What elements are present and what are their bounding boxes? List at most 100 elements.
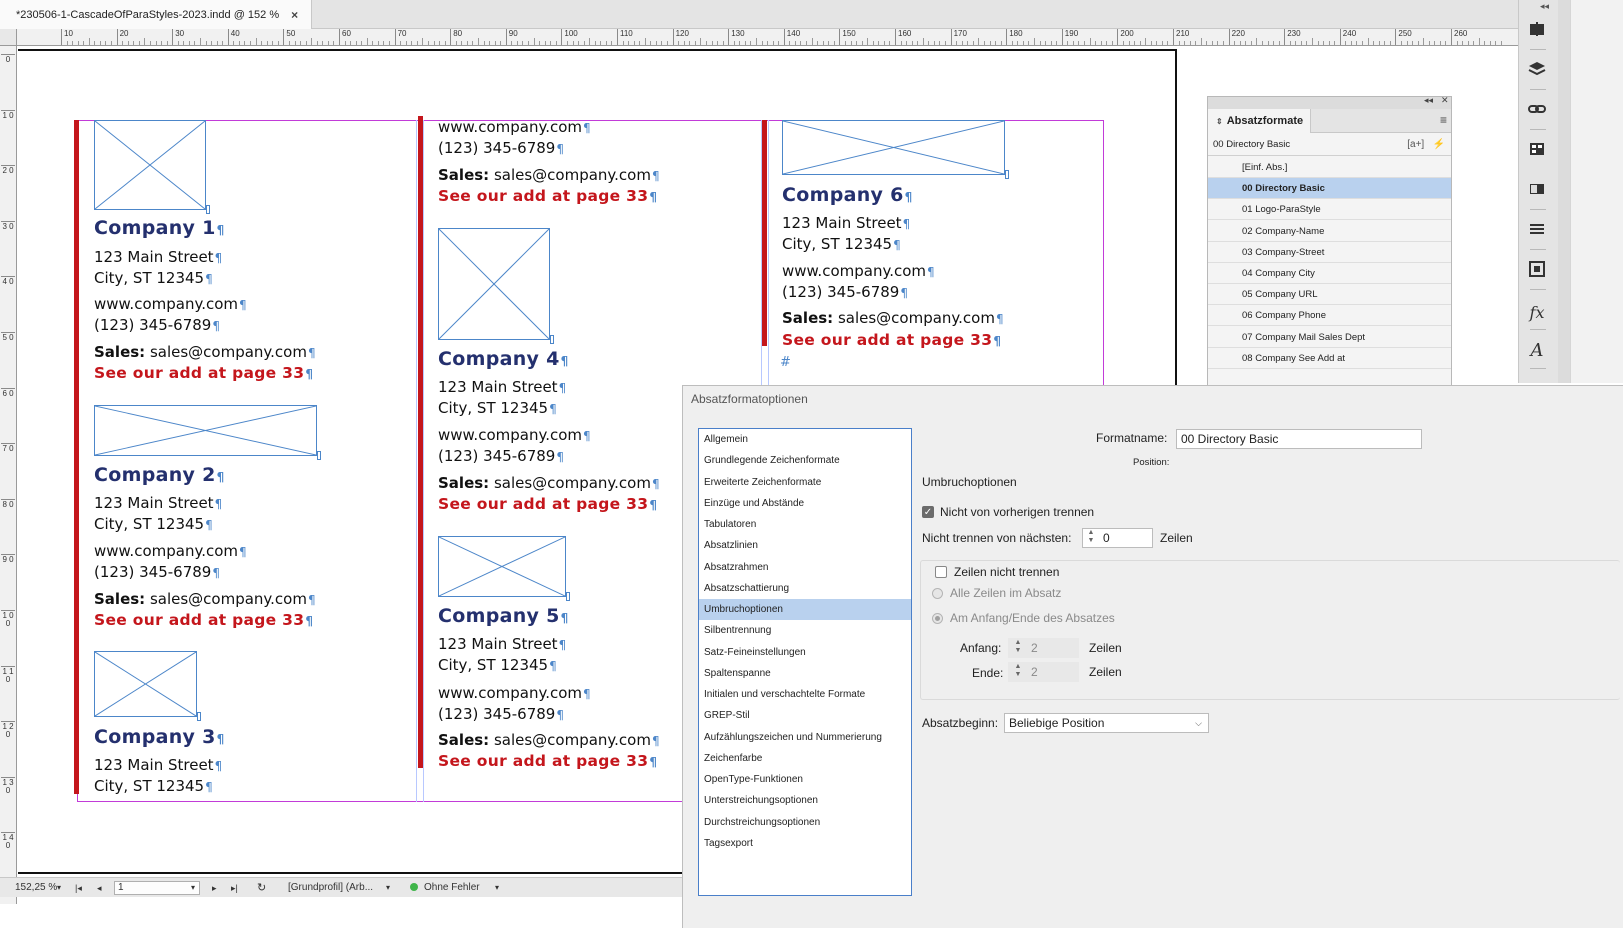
category-item[interactable]: Spaltenspanne — [699, 663, 911, 684]
close-panel-icon[interactable]: ✕ — [1441, 95, 1449, 106]
company-street[interactable]: 123 Main Street — [94, 493, 222, 514]
start-end-radio[interactable] — [932, 613, 943, 624]
company-url[interactable]: www.company.com — [438, 117, 591, 138]
logo-placeholder-frame[interactable] — [94, 405, 321, 460]
company-city[interactable]: City, ST 12345 — [94, 514, 213, 535]
style-list-item[interactable]: 05 Company URL — [1208, 284, 1451, 306]
style-list-item[interactable]: 03 Company-Street — [1208, 242, 1451, 263]
ruler-origin[interactable] — [0, 29, 17, 46]
company-sales[interactable]: Sales: sales@company.com — [438, 165, 660, 186]
preflight-status[interactable]: Ohne Fehler — [410, 878, 480, 898]
company-city[interactable]: City, ST 12345 — [438, 655, 557, 676]
style-list-item[interactable]: 01 Logo-ParaStyle — [1208, 199, 1451, 221]
category-item[interactable]: Absatzschattierung — [699, 578, 911, 599]
style-list-item[interactable]: 06 Company Phone — [1208, 305, 1451, 327]
category-item[interactable]: GREP-Stil — [699, 705, 911, 726]
category-item[interactable]: Durchstreichungsoptionen — [699, 812, 911, 833]
company-phone[interactable]: (123) 345-6789 — [438, 138, 564, 159]
layers-icon[interactable] — [1524, 60, 1550, 86]
company-city[interactable]: City, ST 12345 — [94, 776, 213, 797]
category-item[interactable]: Umbruchoptionen — [699, 599, 911, 620]
company-phone[interactable]: (123) 345-6789 — [438, 446, 564, 467]
category-item[interactable]: Tagsexport — [699, 833, 911, 854]
keep-with-previous-checkbox[interactable]: ✓ — [922, 506, 934, 518]
category-item[interactable]: Absatzlinien — [699, 535, 911, 556]
company-city[interactable]: City, ST 12345 — [438, 398, 557, 419]
style-list-item[interactable]: 08 Company See Add at — [1208, 348, 1451, 369]
page-dropdown-chevron-icon[interactable]: ▾ — [191, 882, 195, 894]
logo-placeholder-frame[interactable] — [438, 228, 554, 344]
see-ad-line[interactable]: See our add at page 33 — [94, 610, 313, 631]
gradient-icon[interactable] — [1524, 180, 1550, 206]
next-page-icon[interactable]: ▸ — [212, 878, 217, 898]
panel-menu-icon[interactable]: ≡ — [1440, 113, 1447, 127]
style-list-item[interactable]: 04 Company City — [1208, 263, 1451, 284]
zoom-level[interactable]: 152,25 % — [15, 878, 57, 898]
prev-page-icon[interactable]: ◂ — [97, 878, 102, 898]
character-styles-icon[interactable]: A — [1524, 338, 1550, 364]
see-ad-line[interactable]: See our add at page 33 — [438, 186, 657, 207]
category-item[interactable]: Tabulatoren — [699, 514, 911, 535]
see-ad-line[interactable]: See our add at page 33 — [438, 494, 657, 515]
new-style-from-selection-icon[interactable]: [a+] — [1407, 139, 1424, 150]
vertical-ruler[interactable]: 0 1 0 2 0 3 0 4 0 5 0 6 0 7 0 8 0 9 0 1 0 0 1 1 0 1 … — [0, 46, 17, 904]
links-icon[interactable] — [1524, 100, 1550, 126]
company-name[interactable]: Company 5 — [438, 606, 569, 628]
keep-lines-together-checkbox[interactable] — [935, 566, 947, 578]
quick-apply-icon[interactable]: ⚡ — [1433, 139, 1445, 150]
logo-placeholder-frame[interactable] — [782, 120, 1009, 179]
profile-status[interactable]: [Grundprofil] (Arb... — [288, 878, 373, 898]
category-item[interactable]: Unterstreichungsoptionen — [699, 790, 911, 811]
category-item[interactable]: Absatzrahmen — [699, 557, 911, 578]
see-ad-line[interactable]: See our add at page 33 — [94, 363, 313, 384]
company-phone[interactable]: (123) 345-6789 — [94, 562, 220, 583]
category-item[interactable]: Aufzählungszeichen und Nummerierung — [699, 727, 911, 748]
company-street[interactable]: 123 Main Street — [94, 247, 222, 268]
category-item[interactable]: Silbentrennung — [699, 620, 911, 641]
text-wrap-icon[interactable] — [1524, 260, 1550, 286]
company-name[interactable]: Company 2 — [94, 465, 225, 487]
style-list-item[interactable]: 00 Directory Basic — [1208, 178, 1451, 200]
logo-placeholder-frame[interactable] — [94, 120, 210, 214]
company-street[interactable]: 123 Main Street — [438, 377, 566, 398]
profile-dropdown-chevron-icon[interactable]: ▾ — [386, 878, 390, 898]
see-ad-line[interactable]: See our add at page 33 — [438, 751, 657, 772]
company-street[interactable]: 123 Main Street — [94, 755, 222, 776]
company-phone[interactable]: (123) 345-6789 — [438, 704, 564, 725]
first-page-icon[interactable]: |◂ — [75, 878, 82, 898]
all-lines-radio[interactable] — [932, 588, 943, 599]
see-ad-line[interactable]: See our add at page 33 — [782, 330, 1001, 351]
document-tab[interactable]: *230506-1-CascadeOfParaStyles-2023.indd … — [0, 0, 312, 29]
end-lines-stepper[interactable]: ▲ ▼ — [1011, 663, 1025, 681]
formatname-input[interactable]: 00 Directory Basic — [1176, 429, 1422, 449]
effects-icon[interactable]: fx — [1524, 300, 1550, 326]
stroke-icon[interactable] — [1524, 220, 1550, 246]
category-item[interactable]: Allgemein — [699, 429, 911, 450]
page-number-field[interactable]: 1 ▾ — [114, 881, 200, 895]
style-list-item[interactable]: 02 Company-Name — [1208, 221, 1451, 242]
pages-icon[interactable] — [1524, 20, 1550, 46]
category-item[interactable]: Grundlegende Zeichenformate — [699, 450, 911, 471]
keep-with-next-stepper[interactable]: ▲ ▼ — [1084, 529, 1098, 547]
style-list-item[interactable]: [Einf. Abs.] — [1208, 157, 1451, 178]
tab-paragraph-styles[interactable]: ⇕ Absatzformate — [1208, 109, 1311, 133]
category-item[interactable]: Einzüge und Abstände — [699, 493, 911, 514]
category-item[interactable]: Satz-Feineinstellungen — [699, 642, 911, 663]
company-name[interactable]: Company 6 — [782, 185, 913, 207]
category-item[interactable]: Erweiterte Zeichenformate — [699, 472, 911, 493]
preflight-dropdown-chevron-icon[interactable]: ▾ — [495, 878, 499, 898]
company-name[interactable]: Company 1 — [94, 218, 225, 240]
company-city[interactable]: City, ST 12345 — [94, 268, 213, 289]
company-url[interactable]: www.company.com — [438, 425, 591, 446]
company-sales[interactable]: Sales: sales@company.com — [438, 730, 660, 751]
company-name[interactable]: Company 4 — [438, 349, 569, 371]
start-paragraph-select[interactable]: Beliebige Position ⌵ — [1004, 713, 1209, 733]
panel-titlebar[interactable]: ◂◂ ✕ — [1208, 95, 1451, 109]
collapse-dock-icon[interactable]: ◂◂ — [1540, 1, 1549, 12]
open-page-icon[interactable]: ↻ — [257, 878, 266, 898]
company-sales[interactable]: Sales: sales@company.com — [94, 342, 316, 363]
close-icon[interactable]: × — [291, 8, 298, 22]
zoom-dropdown-chevron-icon[interactable]: ▾ — [57, 878, 61, 898]
company-phone[interactable]: (123) 345-6789 — [782, 282, 908, 303]
logo-placeholder-frame[interactable] — [438, 536, 570, 601]
